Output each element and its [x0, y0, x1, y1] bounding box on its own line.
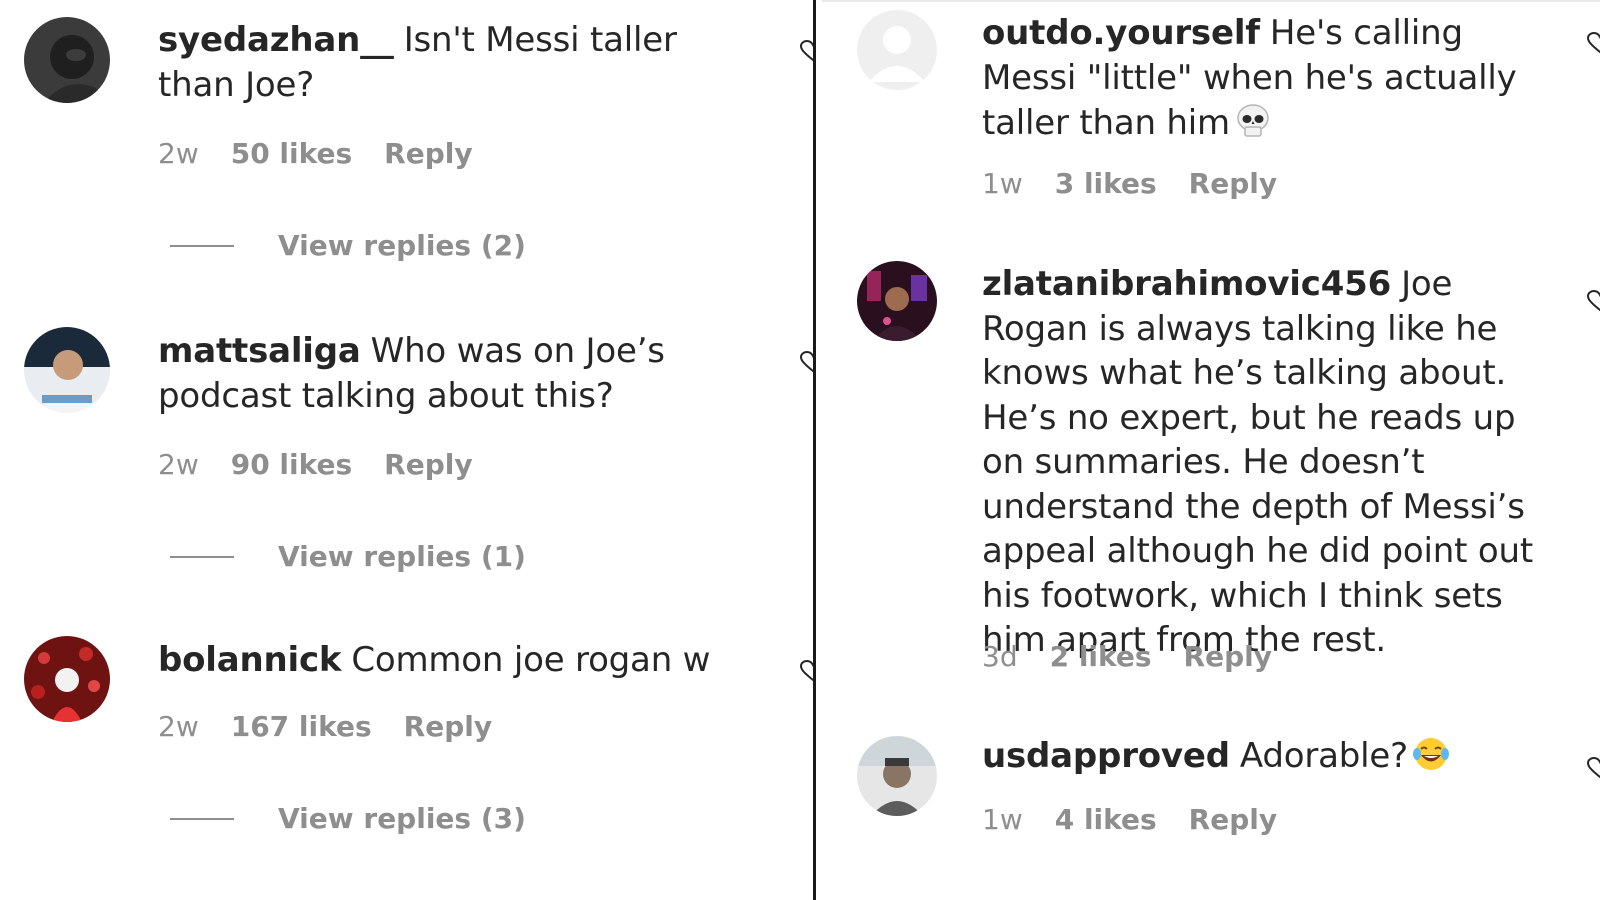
comment-likes[interactable]: 2 likes	[1050, 640, 1152, 673]
comment-meta: 1w 3 likes Reply	[982, 167, 1309, 200]
replies-line	[170, 244, 234, 247]
comment-meta: 3d 2 likes Reply	[982, 640, 1304, 673]
comment-body: zlatanibrahimovic456 Joe Rogan is always …	[982, 262, 1567, 663]
comment-age: 2w	[158, 710, 199, 743]
panel-divider	[813, 0, 816, 900]
comment-text: Adorable?	[1239, 736, 1408, 776]
comment-age: 2w	[158, 448, 199, 481]
avatar-photo-icon	[857, 736, 937, 816]
comment-likes[interactable]: 4 likes	[1055, 803, 1157, 836]
comment-meta: 2w 50 likes Reply	[158, 137, 505, 170]
comments-screenshot: syedazhan__ Isn't Messi taller than Joe? …	[0, 0, 1600, 900]
comment-username[interactable]: bolannick	[158, 640, 342, 680]
avatar-photo-icon	[24, 327, 110, 413]
default-avatar-icon	[857, 10, 937, 90]
comment-username[interactable]: syedazhan__	[158, 20, 394, 60]
comment-body: syedazhan__ Isn't Messi taller than Joe?	[158, 18, 758, 108]
comment-age: 1w	[982, 803, 1023, 836]
avatar[interactable]	[24, 636, 110, 722]
heart-outline-icon[interactable]	[1586, 757, 1600, 779]
comment-text: Joe Rogan is always talking like he know…	[982, 264, 1533, 660]
comment-username[interactable]: outdo.yourself	[982, 13, 1260, 53]
comment-body: outdo.yourself He's calling Messi "little…	[982, 11, 1562, 152]
reply-button[interactable]: Reply	[384, 137, 472, 170]
avatar-photo-icon	[24, 17, 110, 103]
view-replies-label: View replies (3)	[278, 802, 526, 835]
avatar[interactable]	[857, 261, 937, 341]
comment-body: usdapproved Adorable?	[982, 734, 1567, 785]
view-replies-button[interactable]: View replies (3)	[170, 802, 526, 835]
comment-text: Common joe rogan w	[351, 640, 711, 680]
view-replies-label: View replies (1)	[278, 540, 526, 573]
comment-age: 1w	[982, 167, 1023, 200]
reply-button[interactable]: Reply	[1189, 803, 1277, 836]
heart-outline-icon[interactable]	[799, 40, 813, 62]
comment-body: mattsaliga Who was on Joe’s podcast talki…	[158, 329, 718, 419]
reply-button[interactable]: Reply	[404, 710, 492, 743]
avatar-photo-icon	[24, 636, 110, 722]
comment-likes[interactable]: 3 likes	[1055, 167, 1157, 200]
comment-age: 2w	[158, 137, 199, 170]
comment-meta: 2w 90 likes Reply	[158, 448, 505, 481]
reply-button[interactable]: Reply	[1189, 167, 1277, 200]
comment-meta: 2w 167 likes Reply	[158, 710, 524, 743]
heart-outline-icon[interactable]	[799, 351, 813, 373]
view-replies-button[interactable]: View replies (1)	[170, 540, 526, 573]
comment-username[interactable]: usdapproved	[982, 736, 1230, 776]
replies-line	[170, 817, 234, 820]
skull-emoji	[1234, 102, 1272, 152]
comment-username[interactable]: mattsaliga	[158, 331, 361, 371]
comment-likes[interactable]: 90 likes	[231, 448, 352, 481]
comments-panel-right: outdo.yourself He's calling Messi "little…	[817, 0, 1600, 900]
avatar-photo-icon	[857, 261, 937, 341]
comment-likes[interactable]: 50 likes	[231, 137, 352, 170]
view-replies-label: View replies (2)	[278, 229, 526, 262]
reply-button[interactable]: Reply	[1184, 640, 1272, 673]
avatar[interactable]	[857, 10, 937, 90]
comment-age: 3d	[982, 640, 1018, 673]
comment-username[interactable]: zlatanibrahimovic456	[982, 264, 1391, 304]
avatar[interactable]	[857, 736, 937, 816]
reply-button[interactable]: Reply	[384, 448, 472, 481]
comment-meta: 1w 4 likes Reply	[982, 803, 1309, 836]
comments-panel-left: syedazhan__ Isn't Messi taller than Joe? …	[0, 0, 813, 900]
replies-line	[170, 555, 234, 558]
heart-outline-icon[interactable]	[1586, 32, 1600, 54]
avatar[interactable]	[24, 327, 110, 413]
heart-outline-icon[interactable]	[799, 660, 813, 682]
comment-body: bolannick Common joe rogan w	[158, 638, 778, 683]
avatar[interactable]	[24, 17, 110, 103]
comment-likes[interactable]: 167 likes	[231, 710, 372, 743]
view-replies-button[interactable]: View replies (2)	[170, 229, 526, 262]
laughing-tears-emoji	[1412, 735, 1450, 785]
heart-outline-icon[interactable]	[1586, 290, 1600, 312]
